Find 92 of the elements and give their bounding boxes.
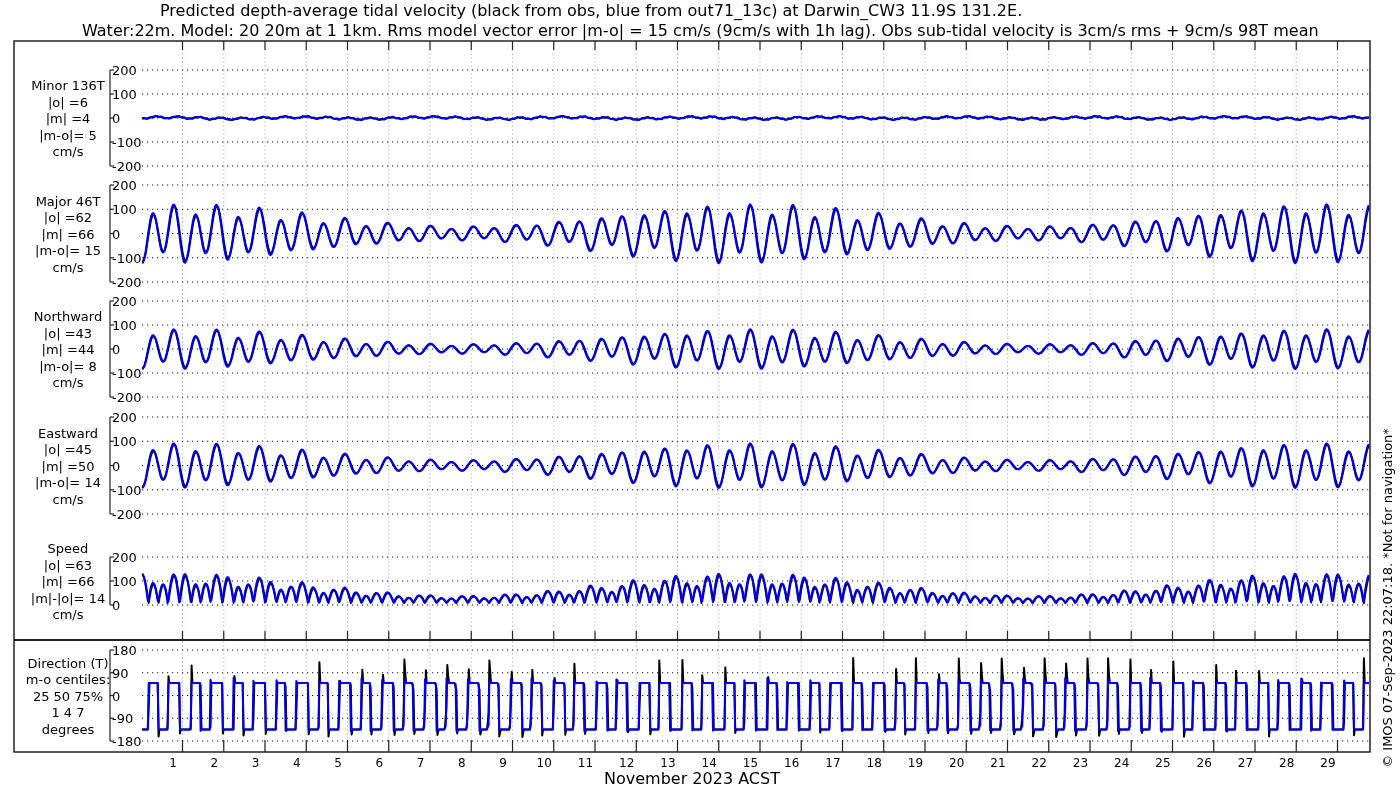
x-tick-label: 21	[990, 756, 1006, 770]
y-tick-label: 100	[112, 202, 137, 218]
y-tick-label: 100	[112, 574, 137, 589]
y-tick-label: -90	[112, 711, 134, 727]
y-tick-label: 100	[112, 87, 137, 102]
x-tick-label: 27	[1237, 756, 1254, 770]
x-tick-label: 23	[1072, 756, 1089, 770]
y-tick-label: -180	[112, 734, 142, 749]
panel-label: cm/s	[52, 144, 84, 159]
panel-label: |m-o|= 15	[35, 243, 101, 258]
y-tick-label: 0	[112, 598, 121, 613]
y-tick-label: 0	[112, 226, 121, 242]
y-tick-label: 180	[112, 643, 137, 658]
panel-label: |m| =50	[41, 458, 95, 474]
panel-label: Northward	[33, 309, 103, 324]
y-tick-label: -100	[112, 366, 142, 381]
y-tick-label: 200	[112, 294, 137, 309]
x-tick-label: 1	[169, 756, 177, 770]
panel-label: |m-o|= 8	[39, 358, 97, 374]
x-tick-label: 8	[457, 756, 466, 770]
x-tick-label: 2	[210, 756, 219, 770]
y-tick-label: 200	[112, 410, 137, 425]
x-tick-label: 5	[334, 756, 342, 770]
x-tick-label: 25	[1155, 756, 1171, 770]
panel-label: |m|-|o|= 14	[30, 590, 106, 606]
panel-label: |o| =43	[43, 325, 93, 341]
panel-label: |o| =63	[43, 557, 93, 573]
panel-label: |o| =62	[43, 210, 93, 225]
panel-label: |m-o|= 14	[35, 475, 101, 490]
x-tick-label: 18	[866, 756, 882, 770]
y-tick-label: 100	[112, 318, 137, 333]
y-tick-label: -200	[112, 507, 142, 522]
x-tick-label: 26	[1196, 756, 1212, 770]
panel-label: cm/s	[52, 375, 84, 390]
y-tick-label: -200	[112, 390, 142, 405]
x-tick-label: 6	[375, 756, 384, 770]
x-tick-label: 17	[825, 756, 841, 770]
x-tick-label: 19	[907, 756, 924, 770]
x-tick-label: 15	[742, 756, 759, 770]
panel-label: Minor 136T	[31, 78, 105, 93]
copyright-note: © IMOS 07-Sep-2023 22:07:18. *Not for navigation*	[1380, 428, 1395, 768]
x-tick-label: 10	[536, 756, 552, 770]
panel-label: Direction (T)	[27, 655, 109, 671]
y-tick-label: -200	[112, 159, 142, 174]
y-tick-label: 90	[112, 665, 129, 681]
x-tick-label: 11	[577, 756, 594, 770]
panel-label: Eastward	[38, 425, 98, 441]
y-tick-label: 100	[112, 434, 137, 450]
x-tick-label: 7	[416, 756, 425, 770]
y-tick-label: 200	[112, 178, 137, 193]
y-tick-label: 0	[112, 342, 121, 357]
x-axis-label: November 2023 ACST	[604, 769, 780, 788]
x-tick-label: 28	[1279, 756, 1295, 770]
y-tick-label: 200	[112, 63, 137, 78]
panel-label: |m| =66	[41, 574, 95, 589]
y-tick-label: -100	[112, 482, 142, 498]
y-tick-label: -200	[112, 275, 142, 290]
x-tick-label: 20	[949, 756, 965, 770]
panel-label: Major 46T	[35, 193, 101, 209]
x-tick-label: 24	[1114, 756, 1130, 770]
panel-label: |m| =66	[41, 226, 95, 242]
panel-label: |m| =4	[45, 111, 91, 126]
x-tick-label: 16	[784, 756, 800, 770]
x-tick-label: 4	[292, 756, 301, 770]
y-tick-label: 0	[112, 458, 121, 474]
panel-label: 25 50 75%	[32, 688, 104, 704]
panel-label: |o| =6	[48, 94, 88, 110]
x-tick-label: 3	[251, 756, 260, 770]
panel-label: cm/s	[52, 607, 84, 622]
chart-title: Water:22m. Model: 20 20m at 1 1km. Rms model vector error |m-o| = 15 cm/s (9cm/s with 1h lag). Obs sub-tidal velocity is 3cm/s rms + 9cm/s 98T mean	[82, 21, 1319, 40]
y-tick-label: -100	[112, 250, 142, 266]
panel-label: degrees	[41, 721, 95, 737]
panel-label: |m-o|= 5	[39, 127, 97, 143]
x-tick-label: 9	[499, 756, 507, 770]
x-tick-label: 22	[1031, 756, 1047, 770]
x-tick-label: 13	[660, 756, 676, 770]
panel-label: cm/s	[52, 259, 84, 275]
x-tick-label: 29	[1320, 756, 1336, 770]
panel-label: |m| =44	[41, 342, 95, 357]
x-tick-label: 12	[619, 756, 635, 770]
chart-title: Predicted depth-average tidal velocity (black from obs, blue from out71_13c) at Darwin_CW3 11.9S 131.2E.	[160, 1, 1023, 20]
y-tick-label: 200	[112, 550, 137, 565]
y-axis	[109, 556, 115, 606]
x-tick-label: 14	[701, 756, 717, 770]
y-tick-label: -100	[112, 135, 142, 150]
panel-label: m-o centiles:	[25, 672, 111, 687]
panel-label: |o| =45	[43, 442, 93, 457]
panel-label: Speed	[47, 541, 89, 556]
panel-label: 1 4 7	[51, 705, 85, 720]
y-tick-label: 0	[112, 688, 121, 704]
y-tick-label: 0	[112, 111, 121, 126]
panel-label: cm/s	[52, 491, 84, 507]
